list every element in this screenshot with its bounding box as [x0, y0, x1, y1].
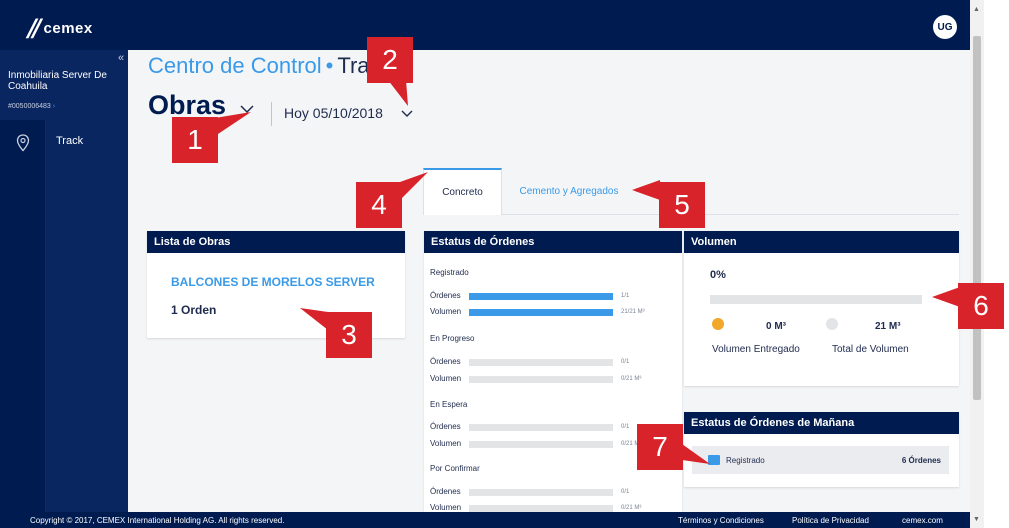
row-label: Volumen [430, 307, 462, 316]
row-value: 0/1 [621, 424, 630, 430]
progress-bar [469, 359, 613, 366]
progress-bar [469, 441, 613, 448]
status-section-title: Por Confirmar [430, 464, 480, 473]
scroll-thumb[interactable] [973, 36, 981, 400]
callout-1: 1 [172, 117, 218, 163]
page-scrollbar[interactable]: ▲ ▼ [970, 0, 984, 528]
callout-6: 6 [958, 283, 1004, 329]
callout-1-pointer [215, 112, 251, 136]
page-margin [984, 0, 1009, 528]
volumen-card: Volumen 0% 0 M³ Volumen Entregado 21 M³ … [684, 231, 959, 386]
progress-bar-fill [469, 309, 613, 316]
callout-4: 4 [356, 182, 402, 228]
total-label: Total de Volumen [832, 344, 909, 355]
progress-bar [469, 376, 613, 383]
row-value: 21/21 M³ [621, 309, 645, 315]
privacy-link[interactable]: Política de Privacidad [792, 516, 869, 525]
account-number: #0050006483 › [8, 103, 56, 110]
row-value: 1/1 [621, 293, 630, 299]
app-title: Centro de Control • Track [148, 53, 392, 78]
logo-wordmark: cemex [43, 19, 93, 37]
row-label: Volumen [430, 503, 462, 512]
row-label: Órdenes [430, 422, 461, 431]
entregado-label: Volumen Entregado [712, 344, 800, 355]
row-value: 0/21 M³ [621, 505, 642, 511]
row-label: Órdenes [430, 357, 461, 366]
footer: Copyright © 2017, CEMEX International Ho… [0, 512, 970, 528]
manana-row-label: Registrado [726, 456, 765, 465]
progress-bar [469, 309, 613, 316]
callout-4-pointer [400, 172, 428, 200]
tab-concreto[interactable]: Concreto [423, 168, 502, 215]
status-section-title: En Progreso [430, 334, 475, 343]
chevron-down-icon[interactable] [401, 110, 413, 118]
row-value: 0/1 [621, 359, 630, 365]
progress-bar [469, 505, 613, 512]
card-header: Volumen [684, 231, 959, 253]
callout-7-pointer [682, 444, 710, 464]
callout-2: 2 [367, 37, 413, 83]
copyright: Copyright © 2017, CEMEX International Ho… [30, 516, 285, 525]
callout-5-pointer [632, 180, 660, 200]
callout-2-pointer [388, 80, 408, 106]
progress-bar [469, 293, 613, 300]
top-bar: // cemex UG [0, 0, 970, 50]
sidebar-item-track[interactable]: Track [46, 120, 128, 512]
collapse-sidebar-icon[interactable]: « [118, 52, 124, 64]
date-selector[interactable]: Hoy 05/10/2018 [284, 105, 383, 121]
row-label: Órdenes [430, 487, 461, 496]
volume-percent: 0% [710, 269, 726, 281]
obra-order-count: 1 Orden [171, 303, 217, 317]
scroll-down-icon[interactable]: ▼ [973, 516, 980, 523]
entregado-value: 0 M³ [766, 321, 786, 332]
manana-row[interactable]: Registrado 6 Órdenes [692, 446, 949, 474]
logo-slashes-icon: // [28, 14, 41, 42]
status-section-title: En Espera [430, 400, 468, 409]
obra-link[interactable]: BALCONES DE MORELOS SERVER [171, 275, 375, 289]
row-label: Volumen [430, 439, 462, 448]
card-header: Lista de Obras [147, 231, 405, 253]
row-label: Órdenes [430, 291, 461, 300]
row-value: 0/1 [621, 489, 630, 495]
callout-3: 3 [326, 312, 372, 358]
status-section-title: Registrado [430, 268, 469, 277]
entregado-dot-icon [712, 318, 724, 330]
cemex-logo[interactable]: // cemex [28, 14, 93, 42]
row-value: 0/21 M³ [621, 376, 642, 382]
account-selector[interactable]: « Inmobiliaria Server De Coahuila #00500… [0, 50, 128, 120]
sidebar: « Inmobiliaria Server De Coahuila #00500… [0, 50, 128, 512]
card-header: Estatus de Órdenes de Mañana [684, 412, 959, 434]
card-header: Estatus de Órdenes [424, 231, 682, 253]
estatus-manana-card: Estatus de Órdenes de Mañana Registrado … [684, 412, 959, 487]
location-pin-icon[interactable] [16, 134, 30, 152]
divider [271, 102, 272, 126]
sidebar-icon-rail [0, 120, 46, 512]
terms-link[interactable]: Términos y Condiciones [678, 516, 764, 525]
user-avatar[interactable]: UG [933, 15, 957, 39]
account-name: Inmobiliaria Server De Coahuila [8, 70, 107, 92]
total-dot-icon [826, 318, 838, 330]
callout-5: 5 [659, 182, 705, 228]
callout-7: 7 [637, 424, 683, 470]
site-link[interactable]: cemex.com [902, 516, 943, 525]
sidebar-item-label: Track [56, 135, 84, 147]
volume-progress-bar [710, 295, 922, 304]
scroll-up-icon[interactable]: ▲ [973, 6, 980, 13]
progress-bar [469, 489, 613, 496]
tab-cemento-agregados[interactable]: Cemento y Agregados [508, 168, 630, 215]
total-value: 21 M³ [875, 321, 901, 332]
row-label: Volumen [430, 374, 462, 383]
progress-bar [469, 424, 613, 431]
progress-bar-fill [469, 293, 613, 300]
manana-row-count: 6 Órdenes [901, 456, 941, 465]
